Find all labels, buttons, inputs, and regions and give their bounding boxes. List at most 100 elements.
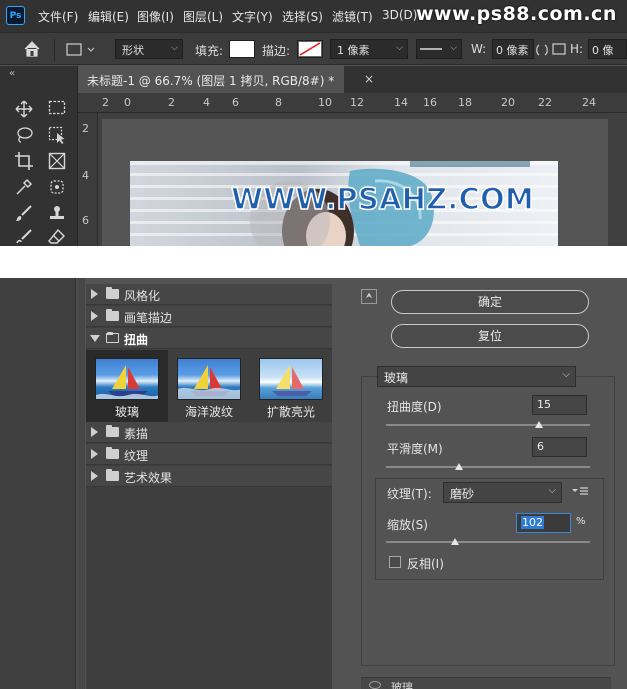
eyedropper-tool-icon[interactable]: [15, 178, 33, 196]
mode-select[interactable]: 形状 ⌵: [115, 39, 183, 59]
category-brush-strokes[interactable]: 画笔描边: [86, 306, 332, 327]
crop-tool-icon[interactable]: [15, 152, 33, 170]
link-icon[interactable]: [535, 43, 549, 57]
height-input[interactable]: 0 像: [588, 39, 627, 59]
ruler-tick: 8: [275, 96, 282, 109]
close-icon[interactable]: ×: [364, 72, 374, 86]
invert-label: 反相(I): [407, 557, 444, 571]
vertical-ruler: 2 4 6: [78, 113, 98, 246]
eraser-tool-icon[interactable]: [48, 228, 66, 246]
scale-slider-thumb[interactable]: [451, 538, 460, 545]
expand-arrow-icon[interactable]: [91, 427, 98, 437]
image-text: WWW.PSAHZ.COM: [230, 181, 534, 217]
category-sketch[interactable]: 素描: [86, 422, 332, 443]
ruler-tick: 2: [168, 96, 175, 109]
menu-edit[interactable]: 编辑(E): [88, 8, 129, 25]
expand-arrow-icon[interactable]: [91, 471, 98, 481]
ruler-tick: 24: [582, 96, 596, 109]
ruler-tick: 10: [318, 96, 332, 109]
menu-select[interactable]: 选择(S): [282, 8, 323, 25]
history-brush-tool-icon[interactable]: [15, 228, 33, 246]
distortion-slider-thumb[interactable]: [535, 421, 543, 428]
move-tool-icon[interactable]: [15, 100, 33, 118]
width-input[interactable]: 0 像素: [492, 39, 534, 59]
filter-thumb-glass[interactable]: 玻璃: [86, 350, 168, 424]
filter-thumb-diffuse-glow[interactable]: 扩散亮光: [250, 350, 332, 424]
menu-layer[interactable]: 图层(L): [183, 8, 223, 25]
sailboat-thumbnail: [177, 358, 241, 400]
smoothness-slider-track[interactable]: [386, 466, 590, 468]
canvas-area[interactable]: WWW.PSAHZ.COM: [98, 113, 627, 246]
category-stylize[interactable]: 风格化: [86, 284, 332, 305]
collapse-arrow-icon[interactable]: [90, 335, 100, 342]
clone-stamp-tool-icon[interactable]: [48, 204, 66, 222]
filter-label: 扩散亮光: [266, 405, 315, 419]
document-image[interactable]: WWW.PSAHZ.COM: [130, 161, 558, 246]
fill-color-swatch[interactable]: [229, 40, 255, 58]
filter-select[interactable]: 玻璃 ⌵: [377, 366, 576, 387]
frame-tool-icon[interactable]: [48, 152, 66, 170]
category-artistic[interactable]: 艺术效果: [86, 466, 332, 487]
menu-file[interactable]: 文件(F): [38, 8, 78, 25]
scale-unit: %: [576, 516, 586, 527]
spot-healing-tool-icon[interactable]: [48, 178, 66, 196]
ruler-tick: 2: [82, 122, 89, 135]
scale-input[interactable]: 102: [516, 513, 571, 533]
texture-select-value: 磨砂: [450, 487, 475, 501]
brush-tool-icon[interactable]: [15, 204, 33, 222]
expand-arrow-icon[interactable]: [91, 289, 98, 299]
filter-thumb-ocean-ripple[interactable]: 海洋波纹: [168, 350, 250, 424]
scale-label: 缩放(S): [387, 518, 428, 532]
expand-arrow-icon[interactable]: [91, 449, 98, 459]
ruler-tick: 22: [538, 96, 552, 109]
reset-button[interactable]: 复位: [391, 324, 589, 348]
category-label: 艺术效果: [124, 471, 173, 485]
invert-checkbox[interactable]: [389, 556, 401, 568]
collapse-panel-icon[interactable]: «: [9, 68, 15, 79]
preview-pane[interactable]: [0, 278, 76, 689]
distortion-slider-track[interactable]: [386, 424, 590, 426]
category-texture[interactable]: 纹理: [86, 444, 332, 465]
menu-image[interactable]: 图像(I): [137, 8, 174, 25]
folder-icon: [106, 469, 119, 481]
scale-slider-track[interactable]: [386, 541, 590, 543]
ruler-tick: 4: [82, 169, 89, 182]
menu-bar: Ps 文件(F) 编辑(E) 图像(I) 图层(L) 文字(Y) 选择(S) 滤…: [0, 0, 627, 32]
tool-preset-icon[interactable]: [66, 43, 96, 57]
chevron-down-icon: ⌵: [450, 43, 457, 53]
lasso-tool-icon[interactable]: [15, 126, 33, 144]
document-tab-bar: 未标题-1 @ 66.7% (图层 1 拷贝, RGB/8#) * ×: [78, 66, 627, 93]
expand-arrow-icon[interactable]: [91, 311, 98, 321]
collapse-gallery-icon[interactable]: ⮝: [361, 289, 377, 304]
ruler-tick: 16: [423, 96, 437, 109]
folder-icon: [106, 287, 119, 299]
width-label: W:: [471, 42, 487, 56]
stroke-width-select[interactable]: 1 像素 ⌵: [330, 39, 408, 59]
effect-layer-row[interactable]: 玻璃: [361, 677, 611, 689]
smoothness-input[interactable]: 6: [532, 437, 587, 457]
menu-type[interactable]: 文字(Y): [232, 8, 273, 25]
eye-icon[interactable]: [369, 681, 381, 689]
ruler-tick: 0: [124, 96, 131, 109]
category-distort[interactable]: 扭曲: [86, 328, 332, 349]
distortion-input[interactable]: 15: [532, 395, 587, 415]
ruler-tick: 6: [232, 96, 239, 109]
ruler-tick: 20: [501, 96, 515, 109]
marquee-tool-icon[interactable]: [48, 100, 66, 116]
filter-gallery-dialog: 风格化 画笔描边 扭曲 玻璃 海洋波纹 扩散亮光 素描 纹理 艺术效果 ⮝ 确定…: [0, 278, 627, 689]
texture-menu-icon[interactable]: [572, 485, 588, 497]
home-icon[interactable]: [23, 40, 41, 58]
smoothness-slider-thumb[interactable]: [455, 463, 464, 470]
stroke-color-swatch[interactable]: [297, 40, 323, 58]
texture-select[interactable]: 磨砂 ⌵: [443, 482, 562, 503]
menu-3d[interactable]: 3D(D): [382, 8, 417, 22]
stroke-style-select[interactable]: ⌵: [416, 39, 462, 59]
object-select-tool-icon[interactable]: [48, 126, 66, 144]
filter-select-value: 玻璃: [384, 371, 409, 385]
ok-button[interactable]: 确定: [391, 290, 589, 314]
texture-label: 纹理(T):: [387, 487, 432, 501]
fill-label: 填充:: [195, 44, 224, 58]
menu-filter[interactable]: 滤镜(T): [332, 8, 373, 25]
preview-scrollbar[interactable]: [77, 278, 85, 689]
document-tab[interactable]: 未标题-1 @ 66.7% (图层 1 拷贝, RGB/8#) * ×: [78, 66, 374, 93]
